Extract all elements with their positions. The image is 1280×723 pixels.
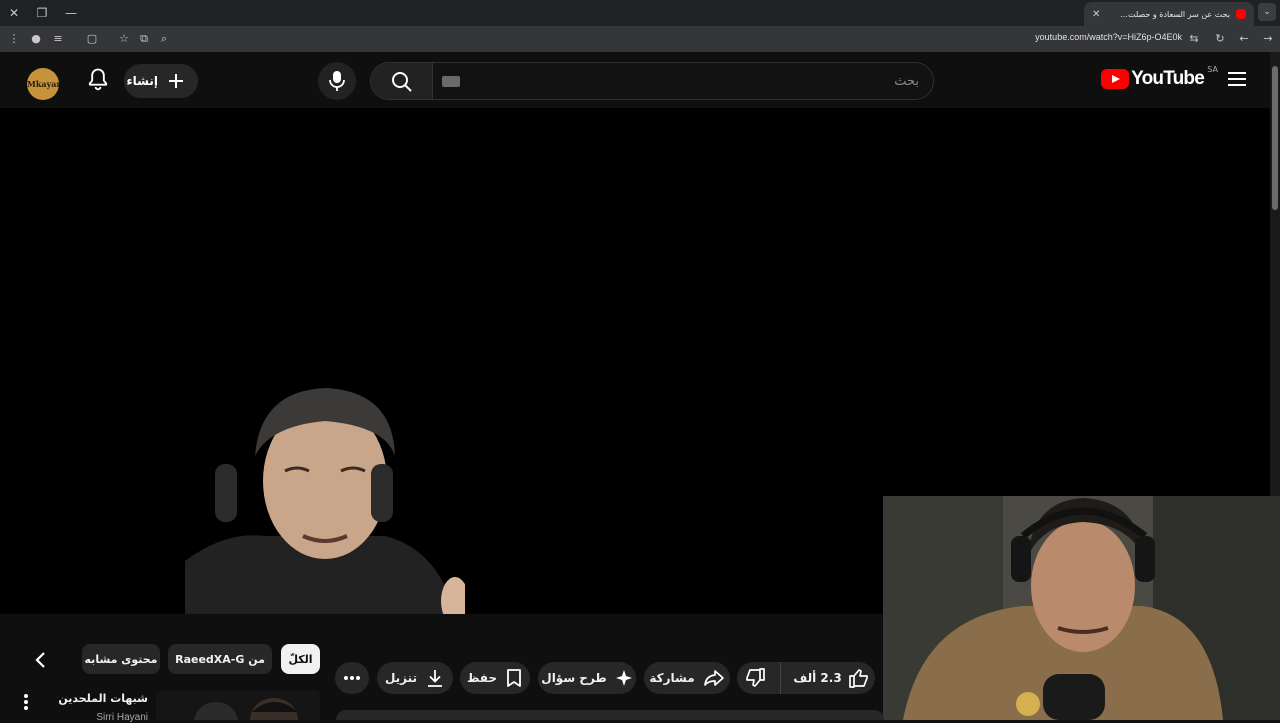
- youtube-logo[interactable]: YouTube SA: [1101, 65, 1218, 90]
- keyboard-icon[interactable]: [442, 76, 460, 87]
- tab-search-icon[interactable]: ⌄: [1258, 3, 1276, 21]
- search-icon: [391, 71, 413, 93]
- search-box: [370, 62, 934, 100]
- address-bar[interactable]: youtube.com/watch?v=HiZ6p-O4E0k: [1035, 32, 1182, 42]
- create-label: إنشاء: [126, 74, 158, 88]
- window-restore-icon[interactable]: ❐: [31, 3, 53, 23]
- share-label: مشاركة: [649, 671, 695, 685]
- menu-dots-icon[interactable]: ⋮: [6, 31, 22, 47]
- recommendation-title[interactable]: شبهات الملحدين: [44, 692, 148, 705]
- save-button[interactable]: حفظ: [460, 662, 530, 694]
- search-input[interactable]: [433, 63, 933, 99]
- youtube-masthead: Mkayar إنشاء YouTube SA: [0, 52, 1270, 108]
- dislike-button[interactable]: [730, 662, 780, 694]
- youtube-favicon-icon: [1236, 9, 1246, 19]
- ask-button[interactable]: طرح سؤال: [538, 662, 636, 694]
- voice-search-button[interactable]: [318, 62, 356, 100]
- create-button[interactable]: إنشاء: [124, 64, 198, 98]
- window-minimize-icon[interactable]: —: [60, 3, 82, 23]
- extension-icon[interactable]: ●: [28, 31, 44, 47]
- more-horizontal-icon: [343, 675, 361, 681]
- site-settings-icon[interactable]: ⇆: [1186, 31, 1202, 47]
- sparkle-icon: [615, 669, 633, 687]
- like-count: 2.3 ألف: [793, 671, 842, 685]
- download-icon: [425, 668, 445, 688]
- browser-tab-strip: ✕ ❐ — + بحث عن سر السعادة و حصلت... ✕ ⌄: [0, 0, 1280, 26]
- like-dislike-group: 2.3 ألف: [737, 662, 875, 694]
- youtube-play-logo-icon: [1101, 69, 1130, 89]
- avatar[interactable]: Mkayar: [27, 68, 61, 100]
- share-arrow-icon: [703, 669, 725, 687]
- scrollbar-thumb[interactable]: [1272, 66, 1278, 210]
- ask-label: طرح سؤال: [541, 671, 607, 685]
- extension-icon[interactable]: ≡: [50, 31, 66, 47]
- save-label: حفظ: [466, 671, 498, 685]
- thumbs-up-icon: [848, 668, 870, 688]
- recommendation-channel[interactable]: Sirri Hayani: [44, 712, 148, 723]
- reload-icon[interactable]: ↻: [1212, 31, 1228, 47]
- recommendation-thumbnail[interactable]: [156, 690, 320, 720]
- download-button[interactable]: تنزيل: [377, 662, 453, 694]
- like-button[interactable]: 2.3 ألف: [780, 662, 881, 694]
- microphone-icon: [328, 70, 346, 92]
- browser-tab[interactable]: بحث عن سر السعادة و حصلت... ✕: [1084, 2, 1254, 26]
- country-code: SA: [1207, 65, 1218, 74]
- tab-title: بحث عن سر السعادة و حصلت...: [1120, 9, 1230, 19]
- youtube-wordmark: YouTube: [1131, 68, 1205, 89]
- zoom-icon[interactable]: ⌕: [156, 31, 172, 47]
- video-frame-person: [185, 386, 465, 614]
- description-box[interactable]: [336, 710, 884, 720]
- plus-icon: [166, 71, 186, 91]
- browser-toolbar: ⋮ ● ≡ ▢ ☆ ⧉ ⌕ youtube.com/watch?v=HiZ6p-…: [0, 26, 1280, 52]
- bookmark-icon: [505, 668, 523, 688]
- forward-arrow-icon[interactable]: →: [1260, 31, 1276, 47]
- download-label: تنزيل: [384, 671, 418, 685]
- share-page-icon[interactable]: ⧉: [136, 31, 152, 47]
- chip-from-channel[interactable]: من RaeedXA-G: [168, 644, 272, 674]
- tab-close-icon[interactable]: ✕: [1092, 9, 1100, 20]
- share-button[interactable]: مشاركة: [644, 662, 730, 694]
- chip-related[interactable]: محتوى مشابه: [82, 644, 160, 674]
- search-button[interactable]: [371, 63, 433, 99]
- extensions-puzzle-icon[interactable]: ▢: [84, 31, 100, 47]
- below-player-area: محتوى مشابه من RaeedXA-G الكلّ تنزيل حفظ…: [0, 614, 884, 723]
- thumbs-down-icon: [744, 668, 766, 688]
- bookmark-star-icon[interactable]: ☆: [116, 31, 132, 47]
- notifications-bell-icon[interactable]: [84, 66, 112, 94]
- chevron-left-icon[interactable]: [28, 648, 54, 672]
- chip-all[interactable]: الكلّ: [281, 644, 320, 674]
- guide-menu-icon[interactable]: [1228, 72, 1246, 86]
- back-arrow-icon[interactable]: ←: [1236, 31, 1252, 47]
- window-close-icon[interactable]: ✕: [3, 3, 25, 23]
- streamer-webcam-overlay: [883, 496, 1280, 720]
- more-vertical-icon[interactable]: [24, 694, 30, 710]
- more-actions-button[interactable]: [335, 662, 369, 694]
